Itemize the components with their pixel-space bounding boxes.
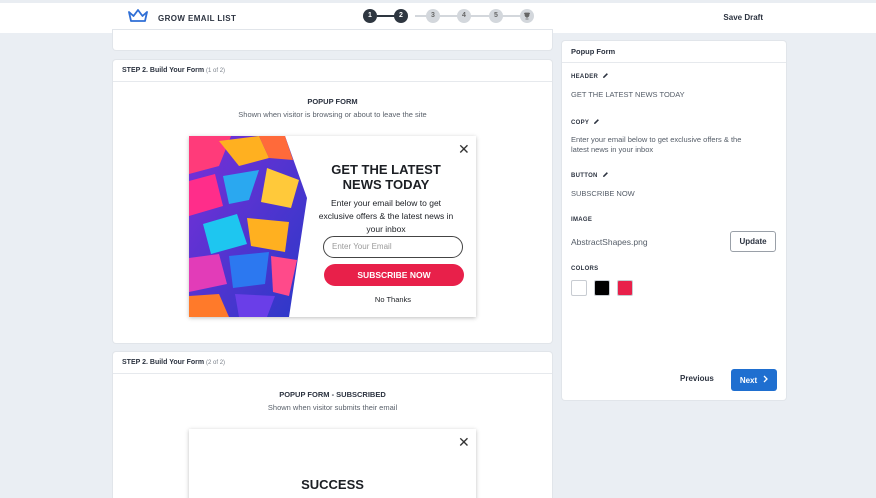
card-heading: STEP 2. Build Your Form (2 of 2) — [113, 352, 552, 374]
success-headline: SUCCESS — [301, 477, 364, 492]
panel-title: Popup Form — [562, 41, 786, 63]
abstract-shapes-image — [189, 136, 307, 317]
step-3[interactable]: 3 — [426, 9, 440, 23]
top-bar: GROW EMAIL LIST 1 2 3 4 5 Save Draft — [0, 3, 876, 33]
button-value[interactable]: SUBSCRIBE NOW — [571, 189, 635, 199]
header-label-text: HEADER — [571, 73, 599, 80]
button-field-label: BUTTON — [571, 171, 609, 180]
card-heading-text: STEP 2. Build Your Form — [122, 67, 205, 74]
popup-preview[interactable]: ✕ GET THE LATEST NEWS TODAY Enter your e… — [189, 136, 476, 317]
popup-headline-line: GET THE LATEST — [331, 162, 441, 177]
popup-headline-line: NEWS TODAY — [342, 177, 430, 192]
next-button[interactable]: Next — [731, 369, 777, 391]
step-4[interactable]: 4 — [457, 9, 471, 23]
popup-headline: GET THE LATEST NEWS TODAY — [313, 162, 459, 192]
step-2[interactable]: 2 — [394, 9, 408, 23]
next-button-label: Next — [739, 375, 758, 385]
form-title: POPUP FORM - SUBSCRIBED — [279, 390, 386, 399]
copy-value[interactable]: Enter your email below to get exclusive … — [571, 135, 741, 155]
color-swatch-white[interactable] — [571, 280, 587, 296]
form-title: POPUP FORM — [307, 97, 358, 106]
save-draft-button[interactable]: Save Draft — [723, 13, 763, 22]
build-form-card-2: STEP 2. Build Your Form (2 of 2) POPUP F… — [113, 352, 552, 498]
update-image-button[interactable]: Update — [730, 231, 776, 252]
build-form-card-1: STEP 2. Build Your Form (1 of 2) POPUP F… — [113, 60, 552, 343]
color-swatch-black[interactable] — [594, 280, 610, 296]
copy-label-text: COPY — [571, 119, 590, 126]
header-field-label: HEADER — [571, 72, 609, 81]
close-icon[interactable]: ✕ — [458, 435, 470, 449]
step-1[interactable]: 1 — [363, 9, 377, 23]
subscribe-button[interactable]: SUBSCRIBE NOW — [324, 264, 464, 286]
step-progress: 1 2 3 4 5 — [363, 9, 535, 23]
previous-button[interactable]: Previous — [680, 374, 714, 383]
popup-form-panel: Popup Form HEADER GET THE LATEST NEWS TO… — [562, 41, 786, 400]
email-field[interactable]: Enter Your Email — [323, 236, 463, 258]
chevron-right-icon — [763, 375, 769, 385]
trophy-icon — [523, 12, 531, 22]
image-filename: AbstractShapes.png — [571, 237, 648, 247]
card-heading: STEP 2. Build Your Form (1 of 2) — [113, 60, 552, 82]
pencil-icon[interactable] — [602, 72, 609, 81]
header-value[interactable]: GET THE LATEST NEWS TODAY — [571, 90, 685, 100]
image-field-label: IMAGE — [571, 217, 593, 223]
no-thanks-link[interactable]: No Thanks — [323, 295, 463, 304]
popup-copy-line: Enter your email below to get — [330, 198, 442, 208]
popup-copy-line: your inbox — [366, 224, 406, 234]
color-swatch-red[interactable] — [617, 280, 633, 296]
pencil-icon[interactable] — [602, 171, 609, 180]
form-description: Shown when visitor submits their email — [267, 403, 398, 412]
brand: GROW EMAIL LIST — [128, 9, 236, 28]
card-heading-text: STEP 2. Build Your Form — [122, 359, 205, 366]
step-5[interactable]: 5 — [489, 9, 503, 23]
copy-value-line: Enter your email below to get exclusive … — [571, 135, 742, 144]
card-heading-sub: (2 of 2) — [206, 360, 226, 366]
button-label-text: BUTTON — [571, 172, 598, 179]
copy-value-line: latest news in your inbox — [571, 145, 654, 154]
close-icon[interactable]: ✕ — [458, 142, 470, 156]
previous-step-card — [113, 30, 552, 50]
crown-icon — [128, 9, 148, 28]
card-heading-sub: (1 of 2) — [206, 68, 226, 74]
brand-label: GROW EMAIL LIST — [158, 14, 237, 23]
pencil-icon[interactable] — [593, 118, 600, 127]
success-popup-preview[interactable]: ✕ SUCCESS — [189, 429, 476, 498]
popup-copy-line: exclusive offers & the latest news in — [318, 211, 454, 221]
form-description: Shown when visitor is browsing or about … — [238, 110, 427, 119]
colors-field-label: COLORS — [571, 266, 599, 272]
step-final[interactable] — [520, 9, 534, 23]
popup-copy: Enter your email below to get exclusive … — [307, 197, 465, 236]
copy-field-label: COPY — [571, 118, 600, 127]
